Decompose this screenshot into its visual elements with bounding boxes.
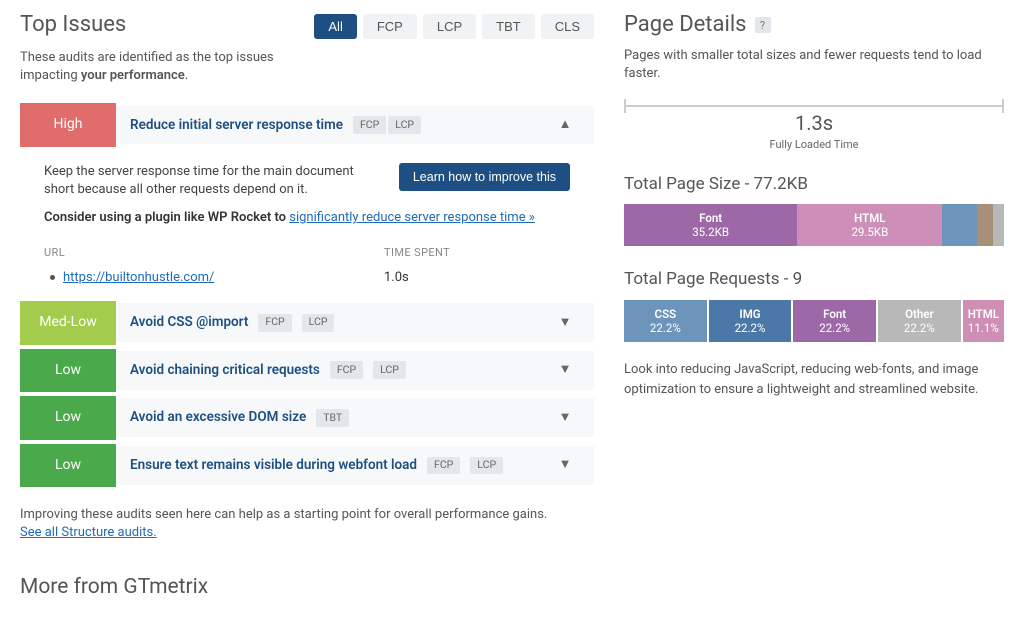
issue-title: Avoid an excessive DOM size bbox=[130, 408, 306, 427]
advice-lead: Consider using a plugin like WP Rocket t… bbox=[44, 210, 289, 225]
subtext-b: your performance bbox=[81, 68, 185, 83]
metric-pill-fcp: FCP bbox=[258, 314, 291, 332]
metric-pill-fcp: FCP bbox=[353, 116, 386, 134]
help-icon[interactable]: ? bbox=[755, 17, 771, 33]
size-segment bbox=[993, 204, 1004, 246]
severity-badge-high: High bbox=[20, 103, 116, 147]
top-issues-title: Top Issues bbox=[20, 10, 314, 41]
advice-link[interactable]: significantly reduce server response tim… bbox=[289, 210, 535, 225]
learn-how-button[interactable]: Learn how to improve this bbox=[399, 163, 570, 191]
size-segment bbox=[942, 204, 976, 246]
filter-tab-lcp[interactable]: LCP bbox=[423, 14, 476, 39]
chevron-down-icon[interactable]: ▼ bbox=[550, 314, 580, 332]
issue-row-expanded[interactable]: High Reduce initial server response time… bbox=[20, 103, 594, 148]
fully-loaded-slider bbox=[624, 105, 1004, 107]
requests-segment: Font22.2% bbox=[793, 300, 876, 342]
see-all-link[interactable]: See all Structure audits. bbox=[20, 525, 157, 540]
page-size-header: Total Page Size - 77.2KB bbox=[624, 173, 1004, 197]
metric-pill-fcp: FCP bbox=[427, 457, 460, 475]
issue-title: Reduce initial server response time bbox=[130, 116, 343, 135]
issue-expanded-panel: Keep the server response time for the ma… bbox=[20, 151, 594, 301]
requests-segment: HTML11.1% bbox=[963, 300, 1004, 342]
requests-segment: IMG22.2% bbox=[709, 300, 792, 342]
page-requests-header: Total Page Requests - 9 bbox=[624, 268, 1004, 292]
chevron-up-icon[interactable]: ▲ bbox=[550, 116, 580, 134]
size-segment: Font35.2KB bbox=[624, 204, 797, 246]
page-details-subtext: Pages with smaller total sizes and fewer… bbox=[624, 47, 1004, 83]
col-url: URL bbox=[44, 245, 384, 260]
page-details-title: Page Details bbox=[624, 10, 747, 41]
issue-row[interactable]: Low Avoid an excessive DOM size TBT ▼ bbox=[20, 396, 594, 441]
issue-title: Avoid CSS @import bbox=[130, 313, 248, 332]
metric-pill-fcp: FCP bbox=[330, 361, 363, 379]
bullet-icon bbox=[50, 275, 55, 280]
filter-tab-tbt[interactable]: TBT bbox=[482, 14, 535, 39]
chevron-down-icon[interactable]: ▼ bbox=[550, 409, 580, 427]
subtext-c: . bbox=[185, 68, 188, 83]
metric-pill-lcp: LCP bbox=[470, 457, 503, 475]
issue-title: Ensure text remains visible during webfo… bbox=[130, 456, 417, 475]
filter-tab-all[interactable]: All bbox=[314, 14, 356, 39]
issue-advice: Consider using a plugin like WP Rocket t… bbox=[44, 209, 570, 227]
top-issues-subtext: These audits are identified as the top i… bbox=[20, 49, 314, 85]
severity-badge: Low bbox=[20, 444, 116, 488]
metric-pill-tbt: TBT bbox=[316, 409, 349, 427]
page-size-bar: Font35.2KBHTML29.5KB bbox=[624, 204, 1004, 246]
filter-tab-cls[interactable]: CLS bbox=[541, 14, 594, 39]
issue-row[interactable]: Low Avoid chaining critical requests FCP LC… bbox=[20, 349, 594, 394]
severity-badge: Med-Low bbox=[20, 301, 116, 345]
metric-pill-lcp: LCP bbox=[388, 116, 421, 134]
filter-tab-fcp[interactable]: FCP bbox=[363, 14, 417, 39]
chevron-down-icon[interactable]: ▼ bbox=[550, 361, 580, 379]
requests-segment: Other22.2% bbox=[878, 300, 961, 342]
more-from-title: More from GTmetrix bbox=[20, 573, 594, 602]
time-spent-value: 1.0s bbox=[384, 269, 409, 287]
issue-row[interactable]: Low Ensure text remains visible during we… bbox=[20, 444, 594, 489]
issue-description: Keep the server response time for the ma… bbox=[44, 163, 379, 199]
url-table: URL TIME SPENT https://builtonhustle.com… bbox=[44, 245, 570, 287]
size-segment bbox=[977, 204, 993, 246]
col-time: TIME SPENT bbox=[384, 245, 450, 260]
page-requests-bar: CSS22.2%IMG22.2%Font22.2%Other22.2%HTML1… bbox=[624, 300, 1004, 342]
metric-pill-lcp: LCP bbox=[373, 361, 406, 379]
size-segment: HTML29.5KB bbox=[797, 204, 942, 246]
issue-title: Avoid chaining critical requests bbox=[130, 361, 320, 380]
issue-row[interactable]: Med-Low Avoid CSS @import FCP LCP ▼ bbox=[20, 301, 594, 346]
requests-segment: CSS22.2% bbox=[624, 300, 707, 342]
fully-loaded-value: 1.3s bbox=[624, 109, 1004, 137]
metric-pill-lcp: LCP bbox=[302, 314, 335, 332]
url-link[interactable]: https://builtonhustle.com/ bbox=[63, 269, 214, 287]
severity-badge: Low bbox=[20, 349, 116, 393]
fully-loaded-label: Fully Loaded Time bbox=[624, 137, 1004, 152]
bottom-note-text: Improving these audits seen here can hel… bbox=[20, 507, 547, 522]
page-details-advice: Look into reducing JavaScript, reducing … bbox=[624, 360, 1004, 399]
bottom-note: Improving these audits seen here can hel… bbox=[20, 506, 594, 542]
chevron-down-icon[interactable]: ▼ bbox=[550, 456, 580, 474]
severity-badge: Low bbox=[20, 396, 116, 440]
filter-tabs: All FCPLCPTBTCLS bbox=[314, 14, 594, 39]
